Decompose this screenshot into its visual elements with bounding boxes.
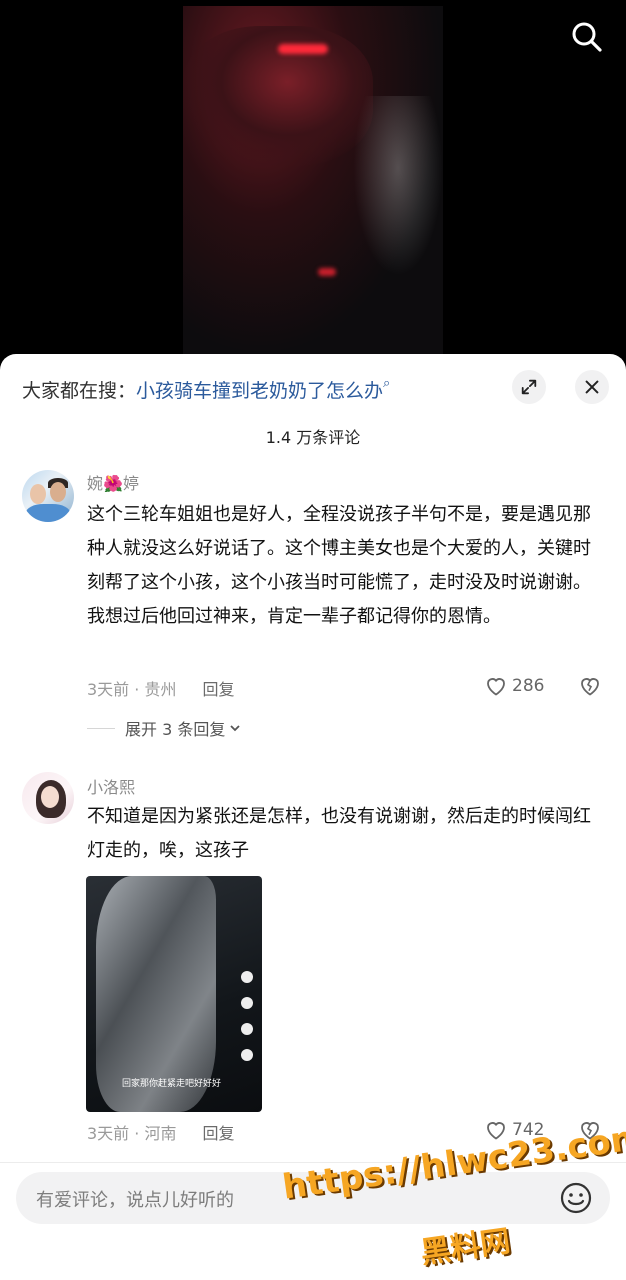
dislike-button[interactable] xyxy=(578,674,602,698)
close-icon xyxy=(585,380,599,394)
video-glare xyxy=(353,96,443,276)
everyone-search[interactable]: 大家都在搜：小孩骑车撞到老奶奶了怎么办⌕ xyxy=(22,376,390,403)
like-count: 286 xyxy=(512,676,545,696)
sheet-header: 大家都在搜：小孩骑车撞到老奶奶了怎么办⌕ xyxy=(0,354,626,424)
search-icon[interactable] xyxy=(570,20,604,54)
reply-button[interactable]: 回复 xyxy=(202,680,234,699)
comment-time-location: 3天前 · 河南 xyxy=(87,1124,177,1143)
reply-button[interactable]: 回复 xyxy=(202,1124,234,1143)
comment-username[interactable]: 婉🌺婷 xyxy=(87,470,139,494)
close-button[interactable] xyxy=(575,370,609,404)
image-side-icons xyxy=(238,971,256,1061)
comment-text: 这个三轮车姐姐也是好人，全程没说孩子半句不是，要是遇见那种人就没这么好说话了。这… xyxy=(87,504,591,627)
expand-replies-label: 展开 3 条回复 xyxy=(125,720,226,739)
divider-line xyxy=(87,727,115,729)
flower-emoji-icon: 🌺 xyxy=(103,474,123,493)
comment-image[interactable]: 回家那你赶紧走吧好好好 xyxy=(86,876,262,1112)
video-taillight xyxy=(278,44,328,54)
comment-input-placeholder: 有爱评论，说点儿好听的 xyxy=(36,1190,234,1211)
video-reflection xyxy=(318,268,336,276)
expand-button[interactable] xyxy=(512,370,546,404)
username-part: 婉 xyxy=(87,474,104,493)
username-part: 婷 xyxy=(122,474,139,493)
expand-icon xyxy=(521,379,537,395)
everyone-search-label: 大家都在搜： xyxy=(22,380,137,402)
video-player[interactable] xyxy=(0,0,626,360)
avatar[interactable] xyxy=(22,772,74,824)
everyone-search-query[interactable]: 小孩骑车撞到老奶奶了怎么办 xyxy=(136,380,383,402)
video-frame[interactable] xyxy=(183,6,443,356)
comment-meta: 3天前 · 贵州 回复 xyxy=(87,676,234,700)
comment-time-location: 3天前 · 贵州 xyxy=(87,680,177,699)
chevron-down-icon xyxy=(230,725,240,732)
emoji-icon[interactable] xyxy=(558,1180,594,1216)
comment-username[interactable]: 小洛熙 xyxy=(87,774,135,798)
avatar[interactable] xyxy=(22,470,74,522)
comment-meta: 3天前 · 河南 回复 xyxy=(87,1120,234,1144)
like-button[interactable]: 286 xyxy=(484,674,544,698)
expand-replies-button[interactable]: 展开 3 条回复 xyxy=(87,716,241,740)
broken-heart-icon xyxy=(581,678,599,696)
image-caption: 回家那你赶紧走吧好好好 xyxy=(122,1079,222,1089)
comment-count: 1.4 万条评论 xyxy=(265,428,361,447)
heart-icon xyxy=(487,678,505,696)
search-small-icon: ⌕ xyxy=(383,376,391,391)
comment-text: 不知道是因为紧张还是怎样，也没有说谢谢，然后走的时候闯红灯走的，唉，这孩子 xyxy=(87,806,591,861)
